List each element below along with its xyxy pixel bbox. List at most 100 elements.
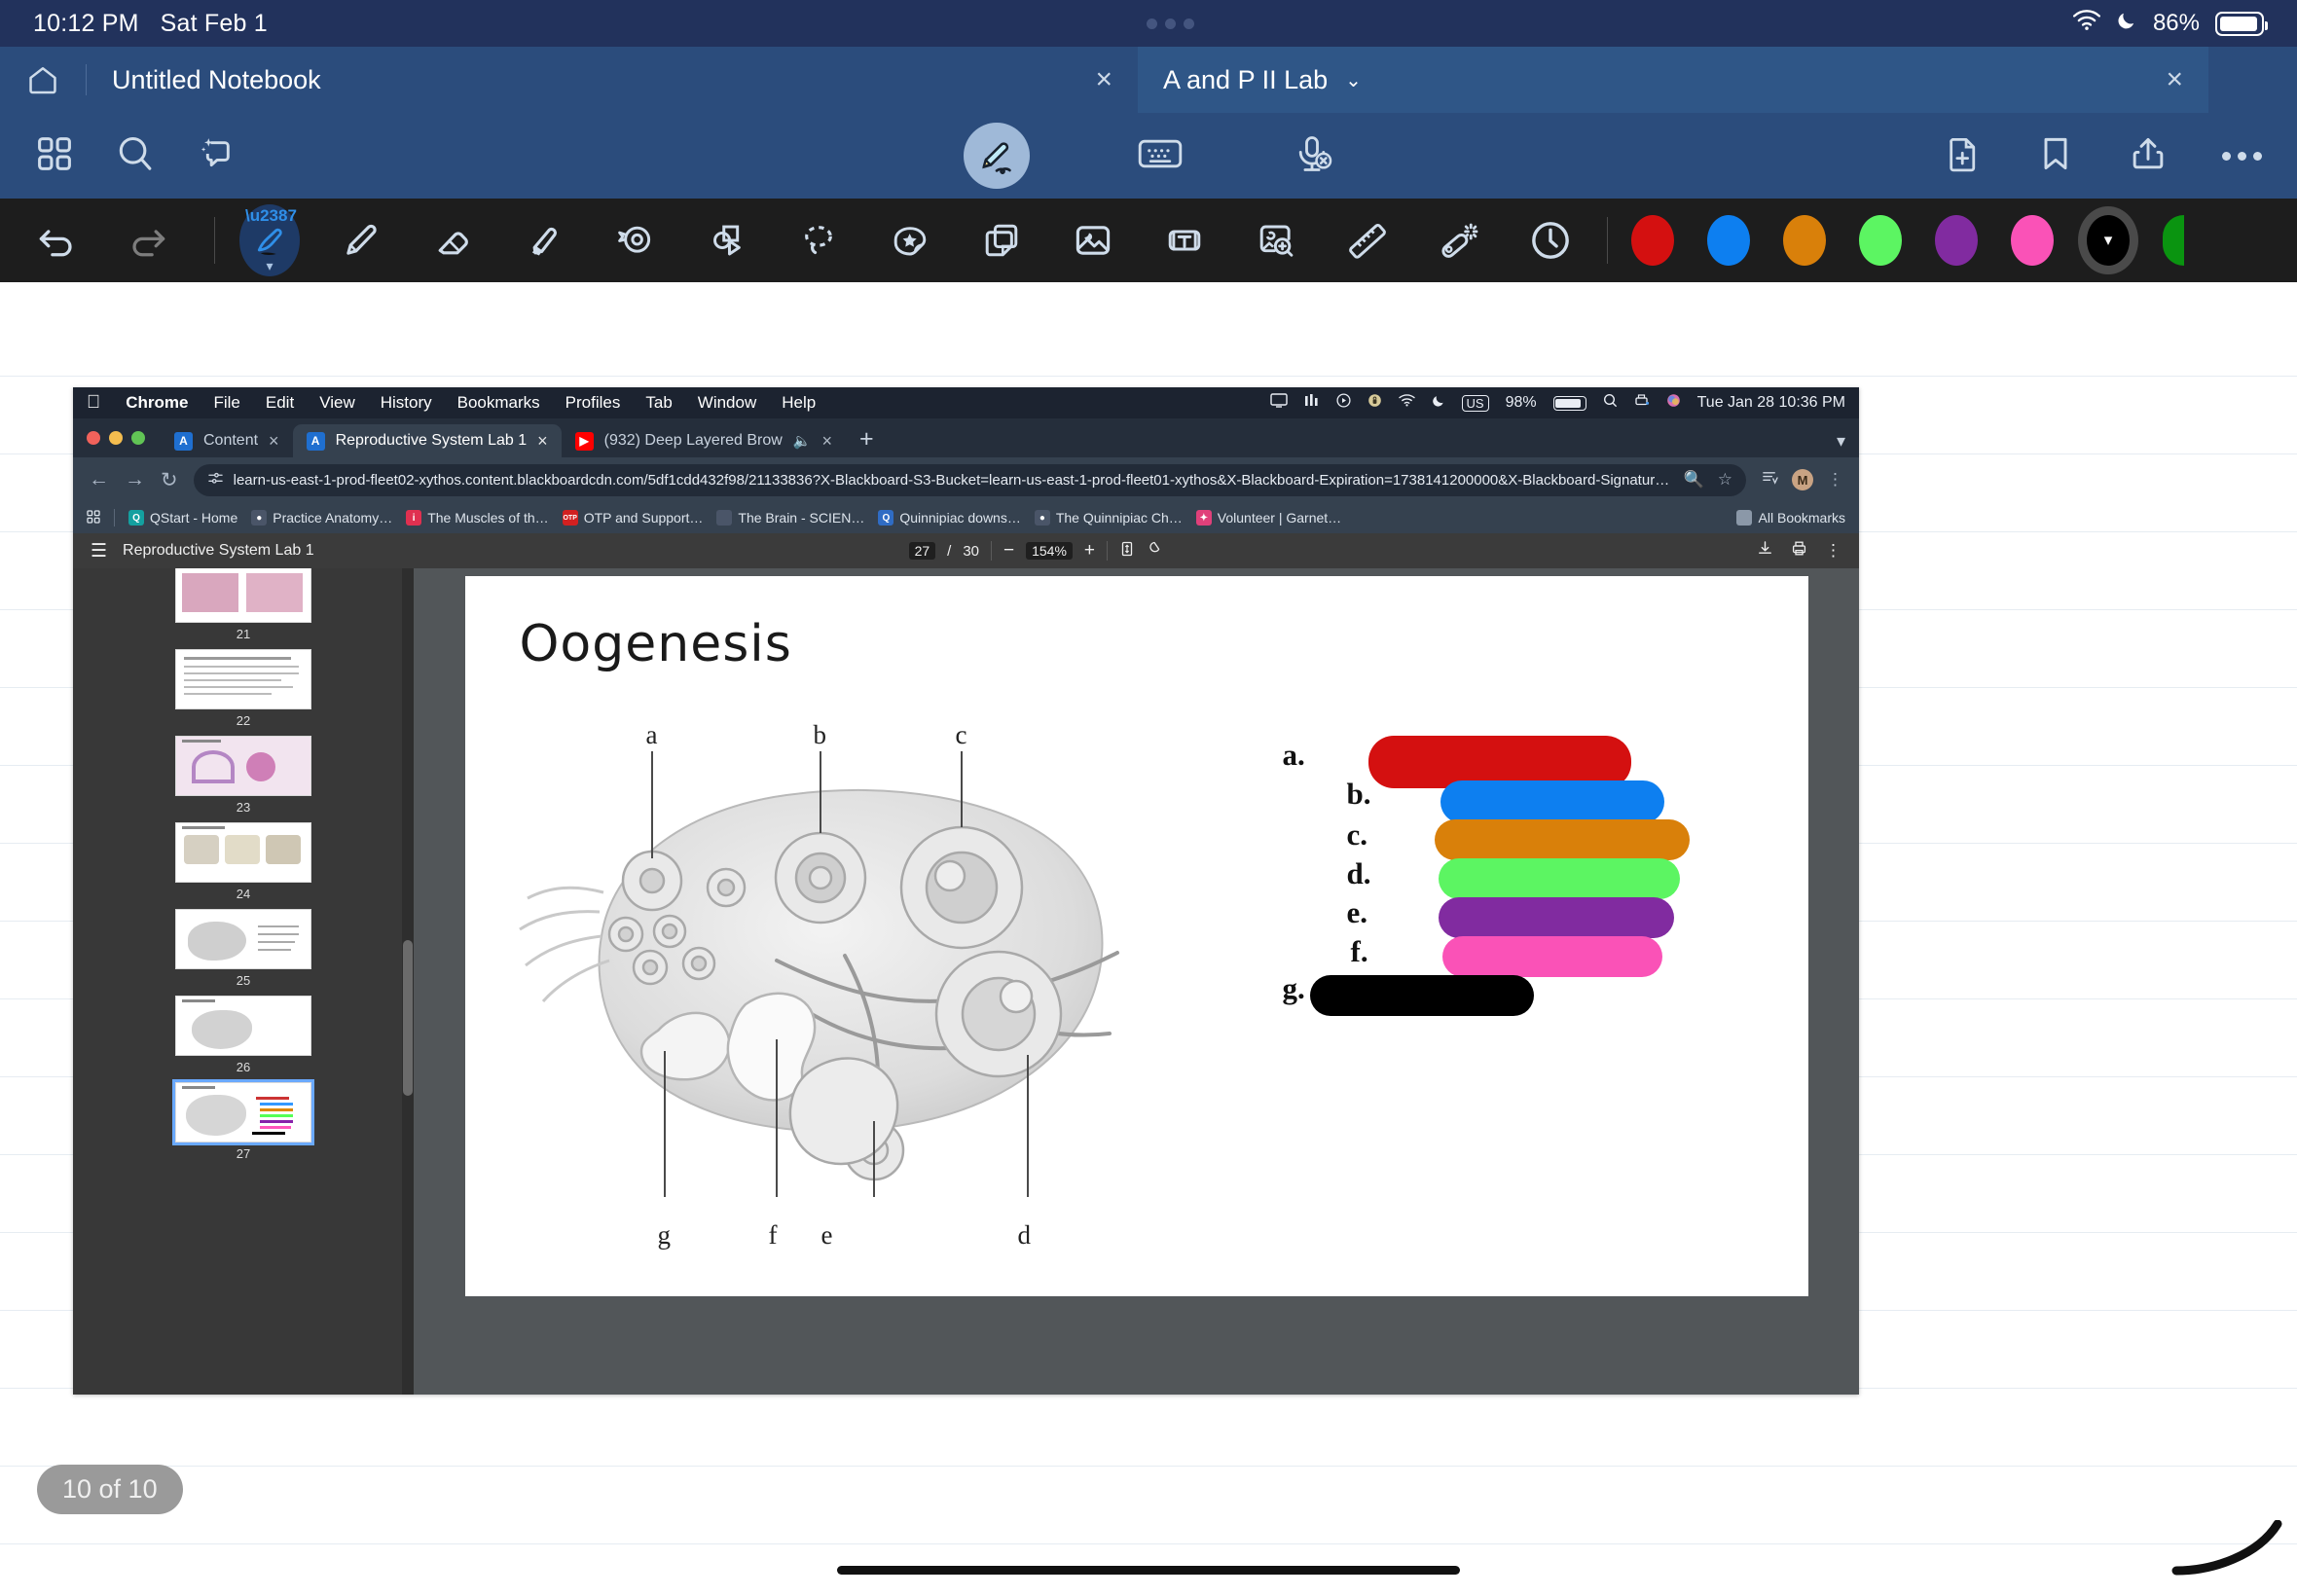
zoom-out-button[interactable]: − — [1003, 540, 1014, 562]
bookmark-practice-anatomy[interactable]: ● Practice Anatomy… — [251, 510, 392, 526]
ai-assist-icon[interactable] — [197, 133, 237, 179]
rotate-icon[interactable] — [1147, 541, 1162, 561]
thumbnail-scrollbar-thumb[interactable] — [403, 940, 413, 1097]
wifi-icon[interactable] — [1398, 394, 1415, 412]
moon-icon[interactable] — [1432, 394, 1445, 413]
equalizer-icon[interactable] — [1304, 393, 1320, 413]
kebab-menu-icon[interactable]: ⋮ — [1827, 471, 1843, 488]
new-tab-button[interactable]: + — [846, 425, 888, 457]
multitask-handle[interactable] — [1146, 18, 1194, 29]
pdf-zoom-level[interactable]: 154% — [1026, 542, 1073, 560]
all-bookmarks-button[interactable]: All Bookmarks — [1735, 510, 1845, 526]
pdf-thumbnail[interactable]: 24 — [175, 822, 311, 901]
notebook-page[interactable]:  Chrome File Edit View History Bookmark… — [0, 282, 2297, 1596]
answer-key-annotations[interactable]: a. b. c. d. e. f. g. — [1283, 720, 1740, 1016]
pencil-icon[interactable] — [330, 209, 392, 272]
zoom-icon[interactable]: 🔍 — [1684, 470, 1704, 490]
pdf-page-area[interactable]: Oogenesis a b c g f e d a. b. c. d. e. f… — [414, 568, 1859, 1395]
brush-pen-icon[interactable]: \u2387 ▾ — [238, 204, 301, 276]
chevron-down-icon[interactable]: ⌄ — [1345, 68, 1362, 92]
home-indicator-bar[interactable] — [837, 1566, 1460, 1575]
search-icon[interactable] — [115, 133, 156, 179]
print-icon[interactable] — [1791, 540, 1807, 562]
grid-icon[interactable] — [35, 134, 74, 178]
close-icon[interactable]: × — [822, 431, 833, 452]
lock-icon[interactable] — [1367, 393, 1382, 413]
tab-search-chevron-icon[interactable]: ▾ — [1823, 431, 1859, 457]
forward-button[interactable]: → — [125, 468, 145, 491]
back-button[interactable]: ← — [89, 468, 109, 491]
pdf-thumbnail-sidebar[interactable]: 21 22 23 24 25 26 27 — [73, 568, 414, 1395]
bookmark-icon[interactable] — [2037, 134, 2074, 178]
new-page-icon[interactable] — [1944, 134, 1983, 178]
apps-grid-icon[interactable] — [87, 509, 100, 526]
zoom-in-button[interactable]: + — [1084, 540, 1095, 562]
history-clock-icon[interactable] — [1519, 209, 1582, 272]
sticker-icon[interactable] — [879, 209, 941, 272]
shapes-icon[interactable] — [696, 209, 758, 272]
undo-icon[interactable] — [25, 209, 88, 272]
home-icon[interactable] — [0, 47, 86, 113]
magic-wand-icon[interactable] — [1428, 209, 1490, 272]
keyboard-layout[interactable]: US — [1461, 394, 1489, 412]
menu-view[interactable]: View — [319, 393, 355, 413]
window-traffic-lights[interactable] — [87, 418, 161, 457]
pdf-thumbnail[interactable]: 22 — [175, 649, 311, 728]
swatch-pink[interactable] — [2011, 215, 2054, 266]
lasso-select-icon[interactable] — [787, 209, 850, 272]
reading-list-icon[interactable] — [1762, 470, 1778, 490]
bookmark-otp[interactable]: OTP OTP and Support… — [562, 510, 703, 526]
swatch-red[interactable] — [1631, 215, 1674, 266]
ruler-icon[interactable] — [1336, 209, 1399, 272]
redo-icon[interactable] — [117, 209, 179, 272]
play-circle-icon[interactable] — [1335, 393, 1351, 413]
sticky-note-icon[interactable] — [970, 209, 1033, 272]
text-box-icon[interactable] — [1153, 209, 1216, 272]
kebab-menu-icon[interactable]: ⋮ — [1825, 542, 1841, 559]
notebook-tab-ap2lab[interactable]: A and P II Lab ⌄ × — [1138, 47, 2208, 113]
pdf-thumbnail[interactable]: 26 — [175, 996, 311, 1074]
control-center-icon[interactable] — [1666, 393, 1681, 413]
pdf-thumbnail[interactable]: 23 — [175, 736, 311, 815]
chrome-tab-reproductive-lab[interactable]: A Reproductive System Lab 1 × — [292, 424, 562, 457]
search-icon[interactable] — [1603, 393, 1618, 413]
swatch-green[interactable] — [1859, 215, 1902, 266]
chrome-tab-youtube[interactable]: ▶ (932) Deep Layered Brow 🔈 × — [562, 424, 846, 457]
swatch-darkgreen[interactable] — [2163, 215, 2184, 266]
menu-profiles[interactable]: Profiles — [565, 393, 621, 413]
address-bar[interactable]: learn-us-east-1-prod-fleet02-xythos.cont… — [193, 463, 1746, 496]
swatch-black[interactable] — [2087, 215, 2130, 266]
microphone-off-icon[interactable] — [1291, 132, 1333, 180]
swatch-purple[interactable] — [1935, 215, 1978, 266]
bookmark-qstart[interactable]: Q QStart - Home — [128, 510, 237, 526]
more-icon[interactable] — [2222, 151, 2262, 161]
pdf-thumbnail[interactable]: 25 — [175, 909, 311, 988]
download-icon[interactable] — [1757, 540, 1773, 562]
menu-tab[interactable]: Tab — [645, 393, 672, 413]
pdf-thumbnail[interactable]: 21 — [175, 568, 311, 641]
menu-window[interactable]: Window — [698, 393, 756, 413]
menu-bookmarks[interactable]: Bookmarks — [457, 393, 540, 413]
thumbnail-scrollbar-track[interactable] — [402, 568, 414, 1395]
bookmark-muscles[interactable]: i The Muscles of th… — [406, 510, 549, 526]
star-icon[interactable]: ☆ — [1718, 470, 1732, 490]
notebook-tab-untitled[interactable]: Untitled Notebook × — [87, 47, 1138, 113]
menu-file[interactable]: File — [213, 393, 239, 413]
menu-history[interactable]: History — [381, 393, 432, 413]
highlighter-icon[interactable] — [513, 209, 575, 272]
lasso-shape-icon[interactable] — [604, 209, 667, 272]
eraser-icon[interactable] — [421, 209, 484, 272]
pdf-thumbnail-selected[interactable]: 27 — [172, 1079, 314, 1161]
keyboard-icon[interactable] — [1137, 134, 1184, 178]
image-search-icon[interactable] — [1245, 209, 1307, 272]
profile-avatar[interactable]: M — [1792, 469, 1813, 490]
share-icon[interactable] — [2129, 134, 2168, 178]
bookmark-volunteer[interactable]: ✦ Volunteer | Garnet… — [1195, 510, 1341, 526]
display-icon[interactable] — [1269, 393, 1288, 413]
close-icon[interactable]: × — [269, 431, 279, 452]
menu-help[interactable]: Help — [782, 393, 816, 413]
hamburger-icon[interactable]: ☰ — [91, 540, 107, 562]
menu-edit[interactable]: Edit — [266, 393, 294, 413]
site-settings-icon[interactable] — [207, 471, 224, 490]
chevron-down-icon[interactable]: ▾ — [266, 258, 273, 274]
